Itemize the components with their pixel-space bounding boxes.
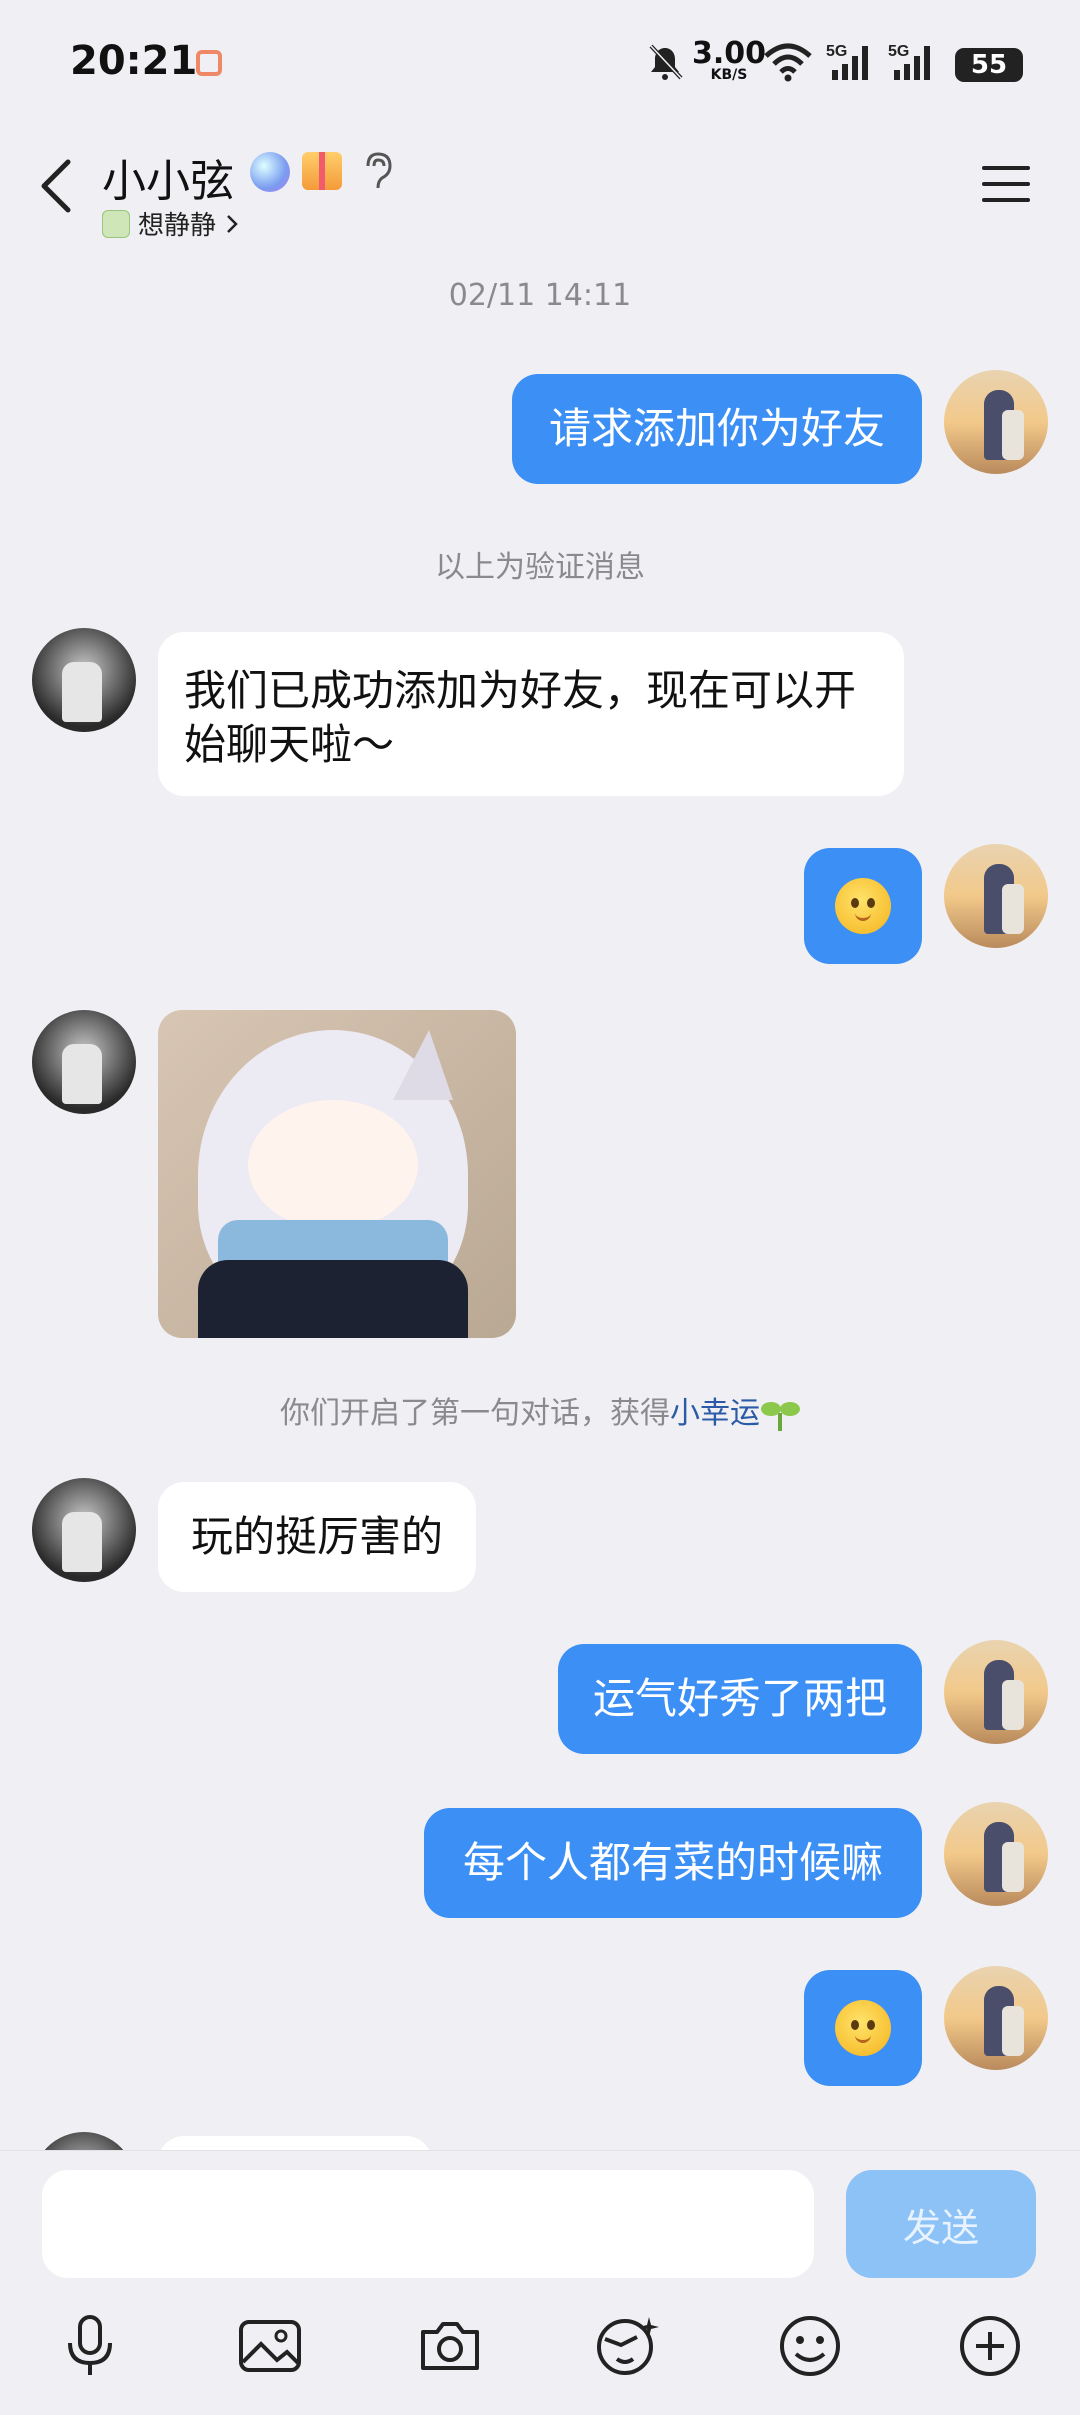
funny-face-tool[interactable]	[592, 2310, 664, 2382]
svg-text:5G: 5G	[888, 43, 909, 60]
message-bubble-incoming[interactable]: 我们已成功添加为好友，现在可以开始聊天啦～	[158, 632, 904, 796]
svg-text:5G: 5G	[826, 43, 847, 60]
contact-status[interactable]: 想静静	[102, 205, 240, 242]
photo-tool[interactable]	[234, 2310, 306, 2382]
signal-5g-icon-2: 5G	[888, 43, 930, 80]
verification-note: 以上为验证消息	[435, 550, 645, 585]
emoji-tool[interactable]	[774, 2310, 846, 2382]
microphone-icon	[68, 2315, 112, 2375]
app-notification-icon	[196, 50, 222, 76]
funny-face-icon	[597, 2317, 659, 2375]
image-icon	[239, 2320, 301, 2372]
smiley-icon	[780, 2316, 840, 2376]
sprout-icon	[761, 1401, 800, 1431]
lucky-link[interactable]: 小幸运	[670, 1396, 760, 1431]
battery-indicator: 55	[955, 48, 1023, 82]
sticker-image[interactable]	[158, 1010, 516, 1338]
wifi-icon	[764, 43, 812, 82]
menu-icon[interactable]	[980, 162, 1032, 206]
my-avatar[interactable]	[944, 844, 1048, 948]
mute-bell-icon	[649, 44, 683, 80]
status-text: 想静静	[138, 211, 217, 241]
chat-timestamp: 02/11 14:11	[448, 278, 632, 313]
smile-emoji-icon	[835, 878, 891, 934]
network-speed: 3.00 KB/S	[692, 36, 767, 83]
contact-avatar[interactable]	[32, 1010, 136, 1114]
smile-emoji-icon	[835, 2000, 891, 2056]
my-avatar[interactable]	[944, 1640, 1048, 1744]
ear-icon[interactable]	[360, 150, 396, 194]
voice-tool[interactable]	[54, 2310, 126, 2382]
status-icon	[102, 209, 130, 238]
status-time: 20:21	[70, 38, 198, 84]
message-bubble-outgoing[interactable]: 运气好秀了两把	[558, 1644, 922, 1754]
first-chat-note: 你们开启了第一句对话，获得小幸运	[0, 1388, 1080, 1433]
emoji-message-outgoing[interactable]	[804, 1970, 922, 2086]
emoji-message-outgoing[interactable]	[804, 848, 922, 964]
camera-tool[interactable]	[414, 2310, 486, 2382]
my-avatar[interactable]	[944, 370, 1048, 474]
message-input[interactable]	[42, 2170, 814, 2278]
camera-icon	[421, 2322, 479, 2370]
my-avatar[interactable]	[944, 1802, 1048, 1906]
message-bubble-outgoing[interactable]: 请求添加你为好友	[512, 374, 922, 484]
chevron-right-icon	[227, 214, 238, 233]
message-bubble-incoming[interactable]: 玩的挺厉害的	[158, 1482, 476, 1592]
contact-avatar[interactable]	[32, 628, 136, 732]
plus-circle-icon	[960, 2316, 1020, 2376]
contact-name[interactable]: 小小弦	[102, 145, 234, 209]
signal-5g-icon-1: 5G	[826, 43, 868, 80]
message-bubble-outgoing[interactable]: 每个人都有菜的时候嘛	[424, 1808, 922, 1918]
gift-badge-icon[interactable]	[302, 152, 342, 190]
contact-avatar[interactable]	[32, 1478, 136, 1582]
level-badge-icon[interactable]	[250, 152, 290, 192]
my-avatar[interactable]	[944, 1966, 1048, 2070]
back-arrow-icon[interactable]	[36, 156, 76, 216]
send-button[interactable]: 发送	[846, 2170, 1036, 2278]
more-tool[interactable]	[954, 2310, 1026, 2382]
